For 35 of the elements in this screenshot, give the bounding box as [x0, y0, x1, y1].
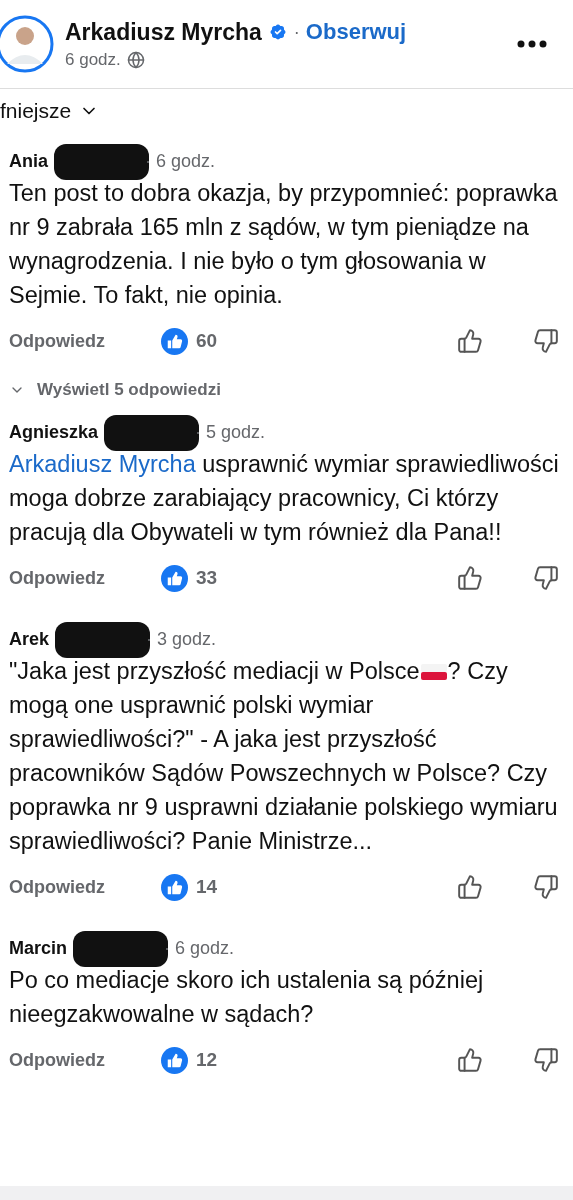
- commenter-name[interactable]: Agnieszka: [9, 422, 99, 443]
- like-icon: [161, 1046, 188, 1074]
- commenter-name[interactable]: Marcin: [9, 938, 68, 959]
- comment-text: Ten post to dobra okazja, by przypomnieć: poprawka nr 9 zabrała 165 mln z sądów, w tym pieniądze na wynagrodzenia. I nie było o tym głosowania w Sejmie. To fakt, nie opinia.: [9, 179, 559, 310]
- view-replies-link[interactable]: Wyświetl 5 odpowiedzi: [9, 370, 564, 400]
- reply-button[interactable]: Odpowiedz: [9, 567, 161, 589]
- comment-time: · 5 godz.: [195, 422, 266, 443]
- like-count: 33: [196, 567, 219, 589]
- comment-time: · 6 godz.: [164, 938, 235, 959]
- flag-icon: [419, 663, 448, 681]
- reply-button[interactable]: Odpowiedz: [9, 330, 161, 352]
- like-count: 60: [196, 330, 219, 352]
- like-count: 14: [196, 876, 219, 898]
- avatar[interactable]: [0, 14, 55, 74]
- sort-dropdown[interactable]: fniejsze: [0, 89, 100, 129]
- commenter-name[interactable]: Ania: [9, 151, 48, 172]
- like-count: 12: [196, 1049, 219, 1071]
- post-time: 6 godz.: [65, 49, 121, 70]
- globe-icon: [126, 50, 145, 69]
- comment-time: · 3 godz.: [146, 629, 217, 650]
- more-icon[interactable]: [517, 40, 547, 48]
- like-icon: [161, 564, 188, 592]
- like-icon: [161, 327, 188, 355]
- comment-text: Arkadiusz Myrcha usprawnić wymiar sprawiedliwości moga dobrze zarabiający pracownicy, Ci którzy pracują dla Obywateli w tym również dla Pana!!: [9, 450, 560, 547]
- mention-link[interactable]: Arkadiusz Myrcha: [9, 451, 196, 477]
- separator-dot: ·: [293, 21, 300, 43]
- commenter-name[interactable]: Arek: [9, 629, 50, 650]
- reply-button[interactable]: Odpowiedz: [9, 876, 161, 898]
- comment-text: Po co mediacje skoro ich ustalenia są później nieegzakwowalne w sądach?: [9, 966, 485, 1029]
- author-name[interactable]: Arkadiusz Myrcha: [65, 18, 262, 46]
- reply-button[interactable]: Odpowiedz: [9, 1049, 161, 1071]
- comment-time: · 6 godz.: [145, 151, 216, 172]
- like-icon: [161, 873, 188, 901]
- follow-link[interactable]: Obserwuj: [305, 19, 407, 45]
- comment-text: "Jaka jest przyszłość mediacji w Polsce ? Czy mogą one usprawnić polski wymiar sprawiedliwości?" - A jaka jest przyszłość pracowników Sądów Powszechnych w Polsce? Czy poprawka nr 9 usprawni działanie polskiego wymiaru sprawiedliwości? Panie Ministrze...: [9, 657, 559, 856]
